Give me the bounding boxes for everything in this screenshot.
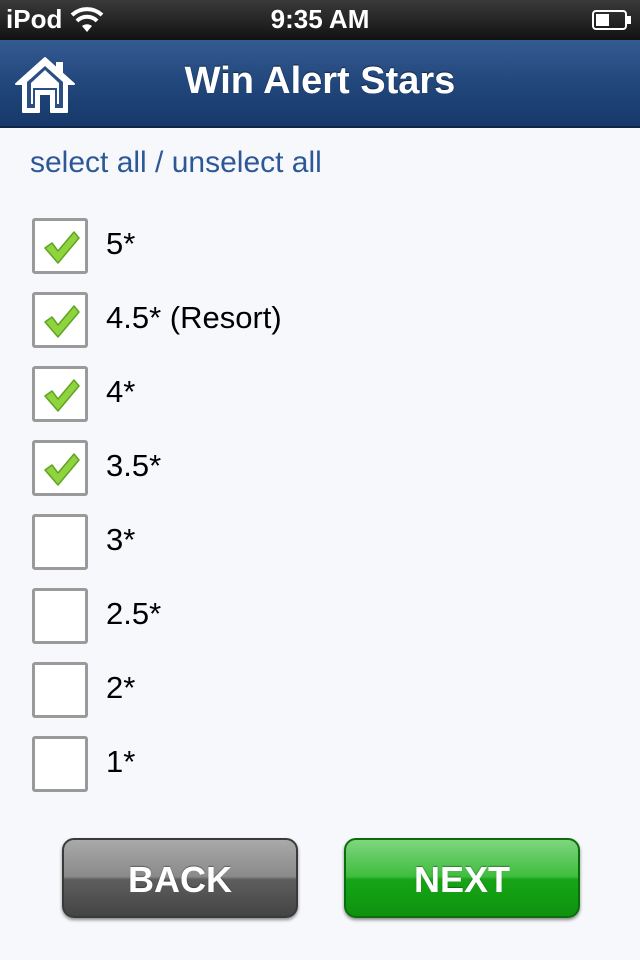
- option-label: 4*: [106, 374, 136, 409]
- checkbox[interactable]: [32, 662, 88, 718]
- page-title: Win Alert Stars: [184, 60, 456, 102]
- status-time: 9:35 AM: [270, 4, 370, 34]
- option-label: 3.5*: [106, 448, 162, 483]
- checkbox[interactable]: [32, 514, 88, 570]
- star-options-list: 5* 4.5* (Resort) 4* 3.5* 3* 2.5* 2* 1*: [32, 216, 592, 808]
- checkbox[interactable]: [32, 366, 88, 422]
- option-row-2-5[interactable]: 2.5*: [32, 586, 592, 660]
- option-label: 1*: [106, 744, 136, 779]
- checkbox[interactable]: [32, 588, 88, 644]
- option-label: 4.5* (Resort): [106, 300, 282, 335]
- option-label: 3*: [106, 522, 136, 557]
- checkbox[interactable]: [32, 440, 88, 496]
- nav-bar: Win Alert Stars: [0, 40, 640, 128]
- status-bar: iPod 9:35 AM: [0, 0, 640, 40]
- option-row-3-5[interactable]: 3.5*: [32, 438, 592, 512]
- option-row-4[interactable]: 4*: [32, 364, 592, 438]
- option-row-3[interactable]: 3*: [32, 512, 592, 586]
- next-button[interactable]: NEXT: [344, 838, 580, 918]
- select-all-link[interactable]: select all / unselect all: [30, 146, 322, 180]
- back-button[interactable]: BACK: [62, 838, 298, 918]
- checkbox[interactable]: [32, 292, 88, 348]
- checkbox[interactable]: [32, 736, 88, 792]
- checkbox[interactable]: [32, 218, 88, 274]
- option-row-4-5-resort[interactable]: 4.5* (Resort): [32, 290, 592, 364]
- option-row-5[interactable]: 5*: [32, 216, 592, 290]
- option-row-2[interactable]: 2*: [32, 660, 592, 734]
- option-label: 2*: [106, 670, 136, 705]
- home-icon: [14, 57, 76, 120]
- option-label: 2.5*: [106, 596, 162, 631]
- option-row-1[interactable]: 1*: [32, 734, 592, 808]
- option-label: 5*: [106, 226, 136, 261]
